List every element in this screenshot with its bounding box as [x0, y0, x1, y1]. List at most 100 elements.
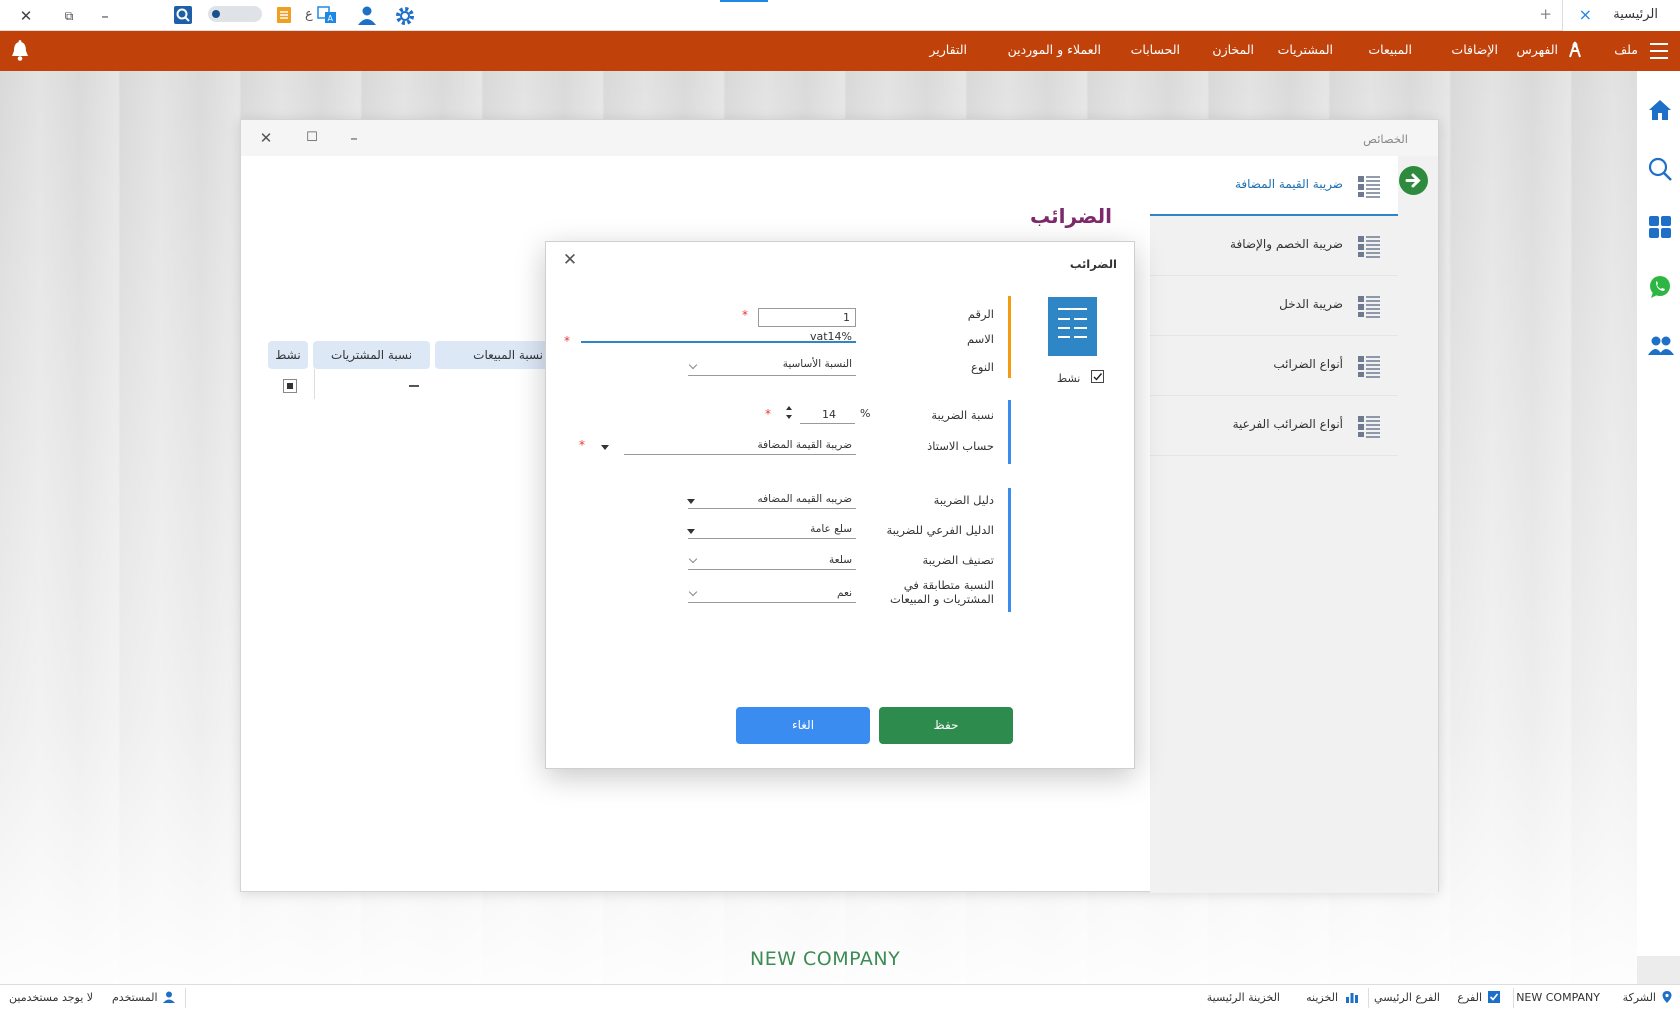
hamburger-menu-icon[interactable] — [1650, 43, 1668, 59]
menu-customers-suppliers[interactable]: العملاء و الموردين — [1008, 42, 1101, 57]
tax-types-nav: ضريبة القيمة المضافة ضريبة الخصم والإضاف… — [1150, 156, 1438, 893]
tax-rate-underline — [800, 423, 855, 424]
chevron-down-icon[interactable] — [688, 554, 698, 564]
nav-item-label: أنواع الضرائب الفرعية — [1232, 417, 1343, 431]
nav-item-tax-types[interactable]: أنواع الضرائب — [1150, 336, 1398, 396]
user-icon[interactable] — [356, 4, 378, 26]
nav-item-sub-tax-types[interactable]: أنواع الضرائب الفرعية — [1150, 396, 1398, 456]
dropdown-arrow-icon[interactable] — [601, 445, 609, 450]
properties-close-button[interactable]: ✕ — [256, 128, 276, 148]
company-value: NEW COMPANY — [1516, 991, 1600, 1004]
users-group-icon[interactable] — [1647, 333, 1674, 359]
tab-home-label: الرئيسية — [1613, 7, 1658, 22]
column-header-active[interactable]: نشط — [268, 341, 308, 369]
percent-sign: % — [860, 407, 871, 420]
menu-accounts[interactable]: الحسابات — [1131, 42, 1180, 57]
user-label: المستخدم — [112, 991, 158, 1004]
status-separator — [1368, 988, 1369, 1008]
nav-item-label: ضريبة الدخل — [1279, 297, 1343, 311]
active-checkbox[interactable] — [1091, 370, 1104, 383]
matching-label-line2: المشتريات و المبيعات — [890, 592, 994, 606]
dropdown-arrow-icon[interactable] — [687, 499, 695, 504]
tax-guide-underline — [688, 508, 856, 509]
matching-underline — [688, 602, 856, 603]
section-bar-basic — [1008, 296, 1011, 378]
nav-item-discount-addition-tax[interactable]: ضريبة الخصم والإضافة — [1150, 216, 1398, 276]
menu-reports[interactable]: التقارير — [929, 42, 967, 57]
properties-maximize-button[interactable]: ☐ — [302, 128, 322, 148]
treasury-chart-icon — [1345, 990, 1359, 1004]
type-select[interactable]: النسبة الأساسية — [783, 358, 852, 370]
index-icon — [1567, 41, 1583, 62]
branch-label: الفرع — [1457, 991, 1482, 1004]
bell-icon[interactable] — [9, 39, 31, 63]
menu-sales[interactable]: المبيعات — [1368, 42, 1412, 57]
menu-purchases[interactable]: المشتريات — [1278, 42, 1333, 57]
menu-file[interactable]: ملف — [1614, 42, 1638, 57]
whatsapp-icon[interactable] — [1647, 274, 1673, 300]
save-button[interactable]: حفظ — [879, 707, 1013, 744]
tax-guide-select[interactable]: ضريبه القيمه المضافه — [757, 493, 852, 505]
dialog-close-button[interactable]: ✕ — [560, 250, 580, 270]
menu-index[interactable]: الفهرس — [1516, 42, 1558, 57]
sub-guide-select[interactable]: سلع عامة — [810, 523, 852, 535]
list-icon — [1357, 174, 1381, 198]
home-icon[interactable] — [1647, 97, 1673, 123]
sub-guide-underline — [688, 538, 856, 539]
status-separator — [1513, 988, 1514, 1008]
list-icon — [1357, 414, 1381, 438]
column-header-sales-rate[interactable]: نسبة المبيعات — [435, 341, 553, 369]
column-header-purchases-rate[interactable]: نسبة المشتريات — [313, 341, 430, 369]
properties-minimize-button[interactable]: – — [344, 128, 364, 148]
window-close-button[interactable]: ✕ — [13, 4, 39, 28]
theme-toggle[interactable] — [208, 6, 262, 22]
translate-icon[interactable]: A — [316, 4, 338, 26]
number-input[interactable] — [758, 308, 856, 327]
location-pin-icon — [1660, 990, 1674, 1004]
menu-stores[interactable]: المخازن — [1212, 42, 1254, 57]
new-tab-button[interactable]: + — [1539, 5, 1552, 23]
toggle-knob — [212, 10, 220, 18]
classification-select[interactable]: سلعة — [829, 554, 852, 566]
tab-close-icon[interactable]: × — [1579, 5, 1592, 24]
type-label: النوع — [971, 360, 994, 374]
row-active-checkbox[interactable] — [283, 379, 297, 393]
notes-icon[interactable] — [273, 4, 295, 26]
quick-access-bar — [1637, 71, 1680, 956]
status-separator — [185, 988, 186, 1008]
language-letter[interactable]: ع — [305, 7, 313, 22]
search-icon[interactable] — [1647, 156, 1673, 182]
menu-additions[interactable]: الإضافات — [1451, 42, 1498, 57]
tax-dialog: الضرائب ✕ نشط الرقم * الاسم * vat14% الن… — [545, 241, 1135, 769]
chevron-down-icon[interactable] — [688, 360, 698, 370]
nav-item-vat[interactable]: ضريبة القيمة المضافة — [1150, 156, 1398, 216]
nav-item-label: أنواع الضرائب — [1273, 357, 1343, 371]
ledger-account-select[interactable]: ضريبة القيمة المضافة — [757, 439, 852, 451]
cancel-button[interactable]: الغاء — [736, 707, 870, 744]
apps-grid-icon[interactable] — [1647, 214, 1673, 240]
window-minimize-button[interactable]: – — [92, 4, 118, 28]
matching-select[interactable]: نعم — [837, 587, 852, 599]
tax-rate-input[interactable]: 14 — [822, 408, 836, 421]
list-icon — [1357, 354, 1381, 378]
settings-gear-icon[interactable] — [393, 4, 415, 26]
tab-home[interactable]: × الرئيسية — [1562, 0, 1680, 31]
branch-value: الفرع الرئيسي — [1374, 991, 1440, 1004]
window-restore-button[interactable]: ⧉ — [56, 4, 82, 28]
go-forward-arrow-icon[interactable] — [1399, 166, 1428, 195]
company-watermark: NEW COMPANY — [750, 948, 901, 970]
svg-text:A: A — [328, 14, 334, 23]
properties-window-titlebar: الخصائص ✕ ☐ – — [241, 120, 1438, 156]
nav-item-income-tax[interactable]: ضريبة الدخل — [1150, 276, 1398, 336]
main-menu-bar: ملف الفهرس الإضافات المبيعات المشتريات ا… — [0, 31, 1680, 71]
user-icon — [162, 990, 176, 1004]
section-bar-rate — [1008, 400, 1011, 464]
treasury-label: الخزينه — [1306, 991, 1338, 1004]
row-purchases-rate-empty — [409, 385, 419, 387]
search-icon[interactable] — [172, 4, 194, 26]
chevron-down-icon[interactable] — [688, 587, 698, 597]
dropdown-arrow-icon[interactable] — [687, 529, 695, 534]
classification-underline — [688, 569, 856, 570]
page-title: الضرائب — [1029, 204, 1112, 228]
rate-stepper-icon[interactable] — [785, 404, 793, 422]
